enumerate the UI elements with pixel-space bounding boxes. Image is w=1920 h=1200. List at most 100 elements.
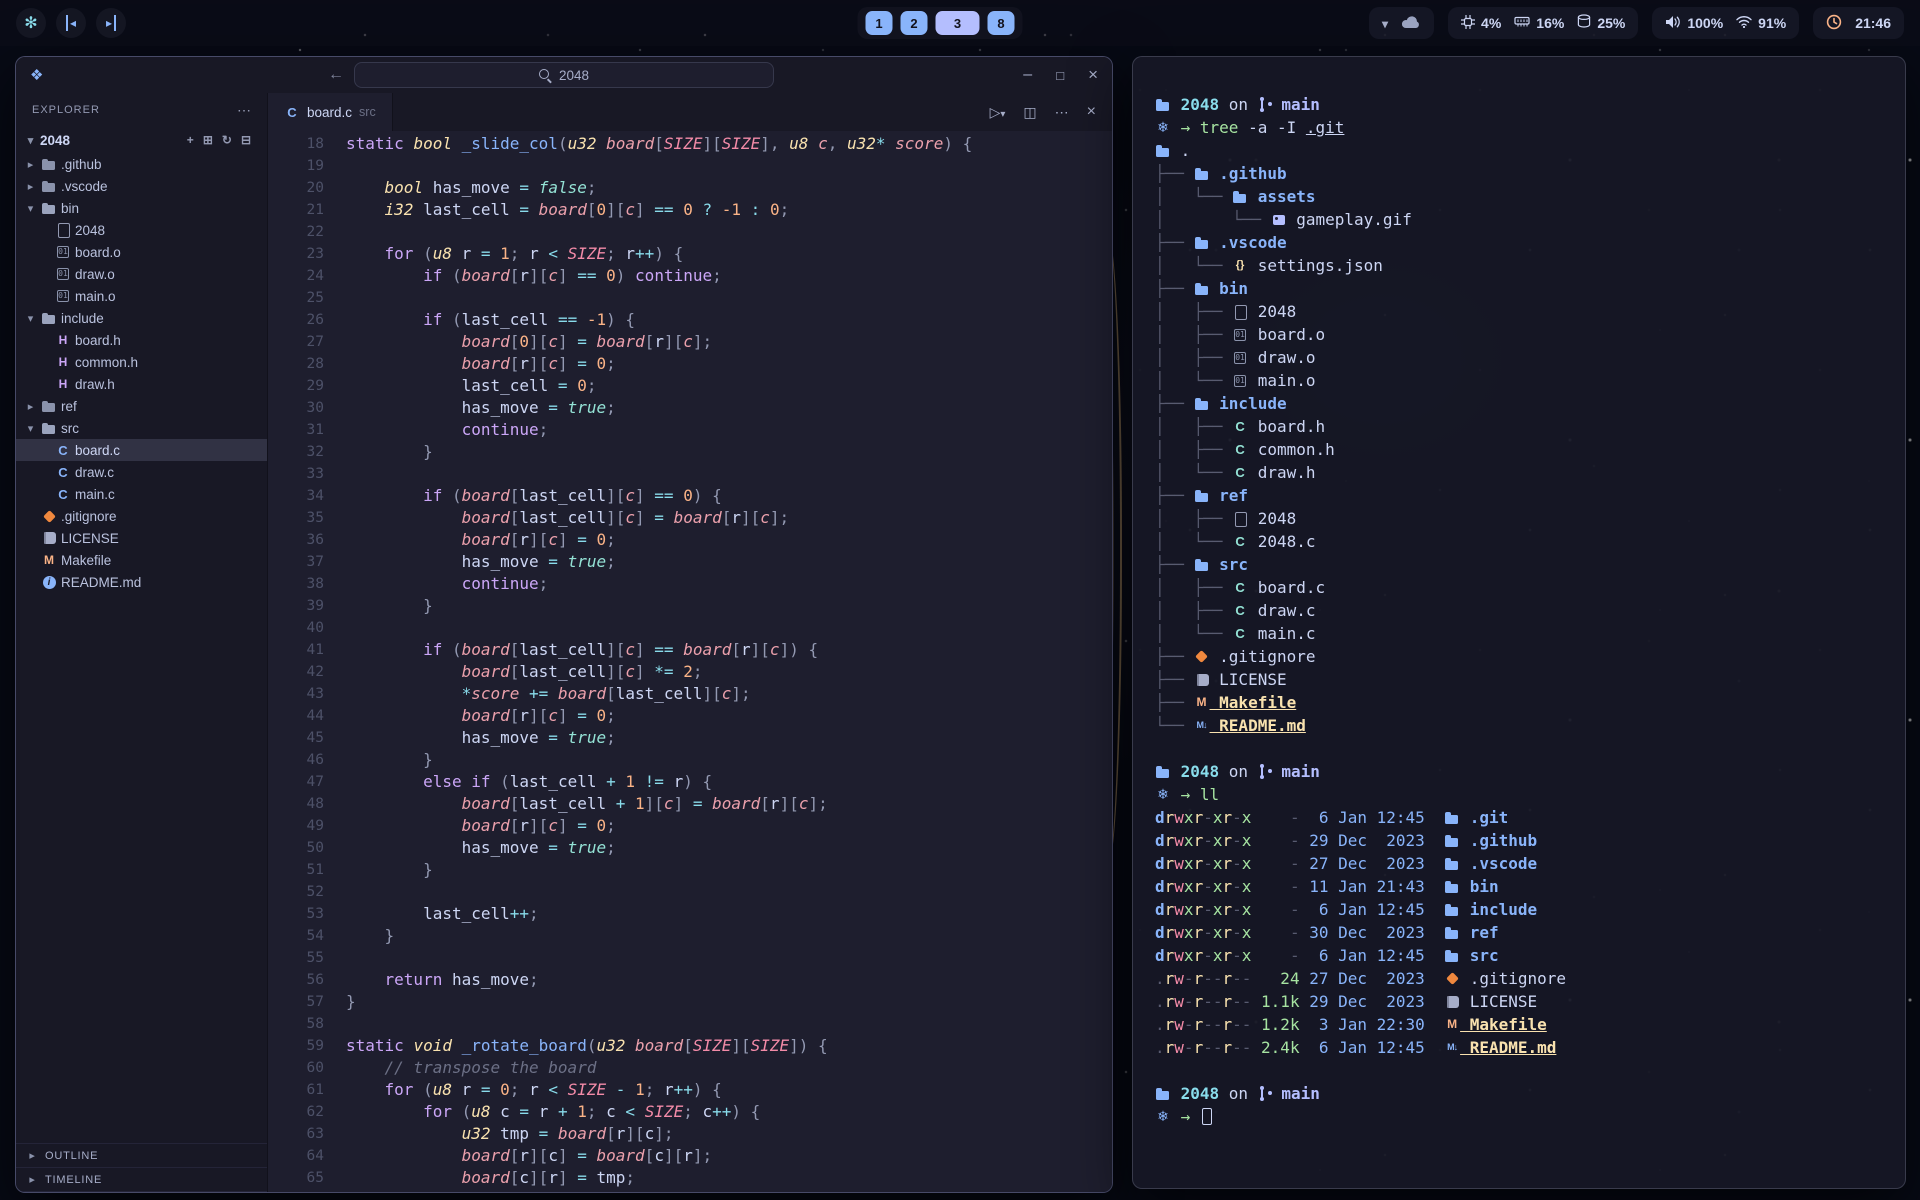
new-folder-button[interactable] bbox=[203, 133, 213, 147]
refresh-explorer-button[interactable] bbox=[222, 133, 232, 147]
tree-item-include[interactable]: include bbox=[16, 307, 267, 329]
code-line[interactable]: 23 for (u8 r = 1; r < SIZE; r++) { bbox=[268, 243, 1112, 265]
weather-widget[interactable] bbox=[1369, 7, 1434, 39]
code-line[interactable]: 20 bool has_move = false; bbox=[268, 177, 1112, 199]
code-line[interactable]: 60 // transpose the board bbox=[268, 1057, 1112, 1079]
code-line[interactable]: 56 return has_move; bbox=[268, 969, 1112, 991]
run-file-button[interactable] bbox=[990, 104, 1006, 121]
code-line[interactable]: 35 board[last_cell][c] = board[r][c]; bbox=[268, 507, 1112, 529]
code-line[interactable]: 50 has_move = true; bbox=[268, 837, 1112, 859]
back-button[interactable] bbox=[328, 66, 344, 84]
code-line[interactable]: 27 board[0][c] = board[r][c]; bbox=[268, 331, 1112, 353]
workspace-8[interactable]: 8 bbox=[988, 11, 1015, 35]
code-line[interactable]: 53 last_cell++; bbox=[268, 903, 1112, 925]
new-file-button[interactable] bbox=[187, 133, 194, 147]
code-line[interactable]: 63 u32 tmp = board[r][c]; bbox=[268, 1123, 1112, 1145]
code-line[interactable]: 29 last_cell = 0; bbox=[268, 375, 1112, 397]
code-line[interactable]: 37 has_move = true; bbox=[268, 551, 1112, 573]
code-line[interactable]: 32 } bbox=[268, 441, 1112, 463]
code-line[interactable]: 26 if (last_cell == -1) { bbox=[268, 309, 1112, 331]
code-line[interactable]: 65 board[c][r] = tmp; bbox=[268, 1167, 1112, 1189]
tree-item-src[interactable]: src bbox=[16, 417, 267, 439]
workspace-2[interactable]: 2 bbox=[901, 11, 928, 35]
tree-item-.github[interactable]: .github bbox=[16, 153, 267, 175]
code-line[interactable]: 34 if (board[last_cell][c] == 0) { bbox=[268, 485, 1112, 507]
tree-item-.gitignore[interactable]: .gitignore bbox=[16, 505, 267, 527]
code-line[interactable]: 33 bbox=[268, 463, 1112, 485]
close-editor-button[interactable] bbox=[1087, 103, 1096, 121]
tree-item-main.c[interactable]: main.c bbox=[16, 483, 267, 505]
code-editor[interactable]: 18static bool _slide_col(u32 board[SIZE]… bbox=[268, 131, 1112, 1192]
panel-timeline[interactable]: TIMELINE bbox=[16, 1168, 267, 1192]
tree-item-draw.c[interactable]: draw.c bbox=[16, 461, 267, 483]
tree-item-Makefile[interactable]: Makefile bbox=[16, 549, 267, 571]
tree-item-board.h[interactable]: board.h bbox=[16, 329, 267, 351]
tree-item-draw.o[interactable]: draw.o bbox=[16, 263, 267, 285]
panel-outline[interactable]: OUTLINE bbox=[16, 1144, 267, 1168]
code-line[interactable]: 30 has_move = true; bbox=[268, 397, 1112, 419]
code-line[interactable]: 55 bbox=[268, 947, 1112, 969]
code-line[interactable]: 57} bbox=[268, 991, 1112, 1013]
tree-item-2048[interactable]: 2048 bbox=[16, 219, 267, 241]
code-line[interactable]: 59static void _rotate_board(u32 board[SI… bbox=[268, 1035, 1112, 1057]
token: 0 bbox=[500, 1080, 510, 1099]
tree-item-draw.h[interactable]: draw.h bbox=[16, 373, 267, 395]
code-line[interactable]: 45 has_move = true; bbox=[268, 727, 1112, 749]
code-line[interactable]: 18static bool _slide_col(u32 board[SIZE]… bbox=[268, 133, 1112, 155]
launcher-button[interactable] bbox=[16, 8, 46, 38]
maximize-button[interactable] bbox=[1056, 67, 1064, 83]
code-line[interactable]: 44 board[r][c] = 0; bbox=[268, 705, 1112, 727]
code-line[interactable]: 62 for (u8 c = r + 1; c < SIZE; c++) { bbox=[268, 1101, 1112, 1123]
tree-item-bin[interactable]: bin bbox=[16, 197, 267, 219]
media-next-button[interactable] bbox=[96, 8, 126, 38]
close-button[interactable] bbox=[1088, 65, 1098, 85]
code-line[interactable]: 47 else if (last_cell + 1 != r) { bbox=[268, 771, 1112, 793]
code-line[interactable]: 25 bbox=[268, 287, 1112, 309]
code-line[interactable]: 39 } bbox=[268, 595, 1112, 617]
code-line[interactable]: 19 bbox=[268, 155, 1112, 177]
code-line[interactable]: 54 } bbox=[268, 925, 1112, 947]
code-line[interactable]: 21 i32 last_cell = board[0][c] == 0 ? -1… bbox=[268, 199, 1112, 221]
code-line[interactable]: 42 board[last_cell][c] *= 2; bbox=[268, 661, 1112, 683]
tree-item-main.o[interactable]: main.o bbox=[16, 285, 267, 307]
code-line[interactable]: 61 for (u8 r = 0; r < SIZE - 1; r++) { bbox=[268, 1079, 1112, 1101]
project-row[interactable]: 2048 bbox=[16, 127, 267, 153]
code-line[interactable]: 38 continue; bbox=[268, 573, 1112, 595]
workspace-1[interactable]: 1 bbox=[866, 11, 893, 35]
code-line[interactable]: 43 *score += board[last_cell][c]; bbox=[268, 683, 1112, 705]
code-line[interactable]: 64 board[r][c] = board[c][r]; bbox=[268, 1145, 1112, 1167]
tree-item-.vscode[interactable]: .vscode bbox=[16, 175, 267, 197]
code-line[interactable]: 46 } bbox=[268, 749, 1112, 771]
code-line[interactable]: 22 bbox=[268, 221, 1112, 243]
code-line[interactable]: 52 bbox=[268, 881, 1112, 903]
split-editor-button[interactable] bbox=[1023, 104, 1036, 121]
token bbox=[346, 728, 462, 747]
code-line[interactable]: 40 bbox=[268, 617, 1112, 639]
tree-item-LICENSE[interactable]: LICENSE bbox=[16, 527, 267, 549]
code-line[interactable]: 36 board[r][c] = 0; bbox=[268, 529, 1112, 551]
tab-board-c[interactable]: board.c src bbox=[268, 93, 393, 131]
workspace-3[interactable]: 3 bbox=[936, 11, 980, 35]
vscode-titlebar[interactable]: 2048 bbox=[16, 57, 1112, 93]
tree-item-ref[interactable]: ref bbox=[16, 395, 267, 417]
terminal-window[interactable]: 2048 on main → tree -a -I .git .├── .git… bbox=[1132, 56, 1906, 1189]
tree-item-board.c[interactable]: board.c bbox=[16, 439, 267, 461]
code-line[interactable]: 48 board[last_cell + 1][c] = board[r][c]… bbox=[268, 793, 1112, 815]
more-actions-button[interactable] bbox=[1055, 104, 1069, 121]
perm-char: x bbox=[1184, 944, 1194, 967]
code-line[interactable]: 58 bbox=[268, 1013, 1112, 1035]
explorer-more-button[interactable] bbox=[237, 102, 251, 119]
code-line[interactable]: 41 if (board[last_cell][c] == board[r][c… bbox=[268, 639, 1112, 661]
code-line[interactable]: 28 board[r][c] = 0; bbox=[268, 353, 1112, 375]
code-line[interactable]: 49 board[r][c] = 0; bbox=[268, 815, 1112, 837]
code-line[interactable]: 31 continue; bbox=[268, 419, 1112, 441]
command-center-search[interactable]: 2048 bbox=[354, 62, 774, 88]
tree-item-common.h[interactable]: common.h bbox=[16, 351, 267, 373]
media-prev-button[interactable] bbox=[56, 8, 86, 38]
collapse-folders-button[interactable] bbox=[241, 133, 251, 147]
code-line[interactable]: 51 } bbox=[268, 859, 1112, 881]
tree-item-board.o[interactable]: board.o bbox=[16, 241, 267, 263]
minimize-button[interactable] bbox=[1023, 66, 1032, 84]
tree-item-README.md[interactable]: README.md bbox=[16, 571, 267, 593]
code-line[interactable]: 24 if (board[r][c] == 0) continue; bbox=[268, 265, 1112, 287]
